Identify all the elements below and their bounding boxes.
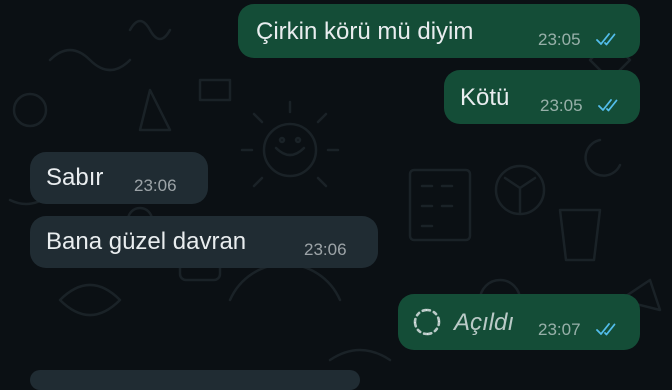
view-once-opened-icon	[413, 308, 441, 336]
read-ticks-icon	[596, 33, 616, 46]
message-bubble-outgoing[interactable]: Kötü 23:05	[444, 70, 640, 124]
message-time: 23:07	[538, 320, 581, 339]
message-text: Çirkin körü mü diyim	[256, 18, 474, 45]
message-time: 23:06	[304, 240, 347, 259]
read-ticks-icon	[596, 323, 616, 336]
message-text: Bana güzel davran	[46, 228, 247, 255]
message-bubble-incoming[interactable]: Bana güzel davran 23:06	[30, 216, 378, 268]
message-time: 23:05	[538, 30, 581, 49]
message-bubble-outgoing[interactable]: Açıldı 23:07	[398, 294, 640, 350]
view-once-status-text: Açıldı	[454, 309, 515, 336]
message-text: Kötü	[460, 84, 510, 111]
message-bubble-incoming-partial[interactable]	[30, 370, 360, 390]
message-time: 23:05	[540, 96, 583, 115]
message-text: Sabır	[46, 164, 104, 191]
read-ticks-icon	[598, 99, 618, 112]
message-bubble-incoming[interactable]: Sabır 23:06	[30, 152, 208, 204]
message-bubble-outgoing[interactable]: Çirkin körü mü diyim 23:05	[238, 4, 640, 58]
chat-background: Çirkin körü mü diyim 23:05 Kötü 23:05 Sa…	[0, 0, 672, 390]
message-time: 23:06	[134, 176, 177, 195]
